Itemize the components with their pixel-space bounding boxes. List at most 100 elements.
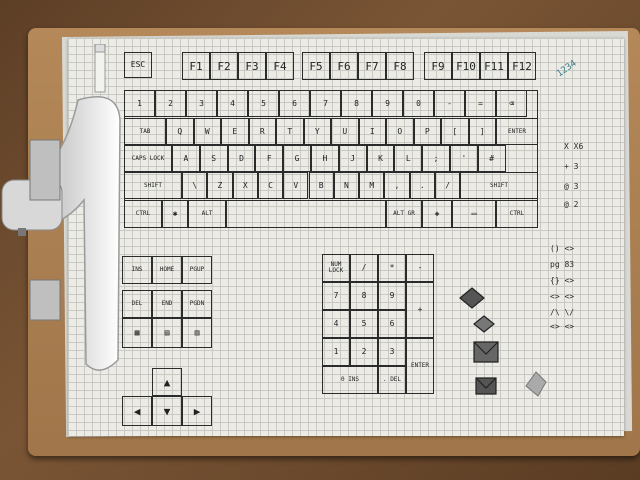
binder-clip — [1, 96, 121, 371]
key-alt-left: ALT — [188, 200, 226, 228]
key-f10: F10 — [452, 52, 480, 80]
key-pause: ▥ — [182, 318, 212, 348]
key-arrow-left: ◀ — [122, 396, 152, 426]
key-1-7: I — [358, 118, 386, 145]
key-f5: F5 — [302, 52, 330, 80]
diamond-sketches — [459, 287, 547, 397]
key-num-plus: + — [406, 282, 434, 338]
key-f1: F1 — [182, 52, 210, 80]
key-scrlk: ▤ — [152, 318, 182, 348]
key-arrow-right: ▶ — [182, 396, 212, 426]
key-0-12: ⌫ — [496, 90, 527, 117]
key-num-2: 2 — [350, 338, 378, 366]
key-arrow-up: ▲ — [152, 368, 182, 396]
key-num-4: 4 — [322, 310, 350, 338]
key-f9: F9 — [424, 52, 452, 80]
key-1-8: O — [386, 118, 414, 145]
key-super: ✱ — [162, 200, 188, 228]
key-f11: F11 — [480, 52, 508, 80]
key-f6: F6 — [330, 52, 358, 80]
key-1-6: U — [331, 118, 359, 145]
key-num-1: 1 — [322, 338, 350, 366]
bracket-legend-1: () <> — [550, 244, 575, 253]
bracket-legend-4: <> <> — [550, 292, 575, 301]
key-num-slash: / — [350, 254, 378, 282]
key-1-9: P — [413, 118, 441, 145]
key-0-9: 0 — [403, 90, 434, 117]
key-num-7: 7 — [322, 282, 350, 310]
key-0-10: - — [434, 90, 465, 117]
key-2-11: # — [477, 145, 506, 172]
key-f7: F7 — [358, 52, 386, 80]
key-f8: F8 — [386, 52, 414, 80]
legend-line-1: X X6 — [564, 142, 584, 151]
key-pgdn: PGDN — [182, 290, 212, 318]
key-3-4: V — [283, 172, 309, 199]
key-f12: F12 — [508, 52, 536, 80]
key-2-5: H — [311, 145, 339, 172]
pencil — [94, 44, 106, 93]
key-3-10: / — [435, 172, 461, 199]
key-2-3: F — [255, 145, 284, 172]
key-0-3: 4 — [217, 90, 248, 117]
bracket-legend-2: pg 83 — [550, 260, 575, 269]
key-enter: ENTER — [496, 118, 538, 145]
key-num-9: 9 — [378, 282, 406, 310]
key-3-7: M — [359, 172, 385, 199]
key-num-8: 8 — [350, 282, 378, 310]
key-f4: F4 — [266, 52, 294, 80]
key-1-11: ] — [468, 118, 496, 145]
key-menu: ▭ — [452, 200, 496, 228]
key-1-2: E — [221, 118, 249, 145]
key-num-6: 6 — [378, 310, 406, 338]
corner-note: 1234 — [555, 58, 579, 80]
key-shift-left: SHIFT — [124, 172, 182, 199]
key-num-0: 0 INS — [322, 366, 378, 394]
key-pgup: PGUP — [182, 256, 212, 284]
key-2-0: A — [172, 145, 200, 172]
key-3-2: X — [232, 172, 258, 199]
key-num-minus: - — [406, 254, 434, 282]
key-end: END — [152, 290, 182, 318]
key-tab: TAB — [124, 118, 166, 145]
key-arrow-down: ▼ — [152, 396, 182, 426]
key-2-9: ; — [422, 145, 450, 172]
bracket-legend-5: /\ \/ — [550, 308, 575, 317]
key-3-6: N — [333, 172, 360, 199]
key-0-4: 5 — [248, 90, 279, 117]
key-0-11: = — [465, 90, 496, 117]
legend-line-4: @ 2 — [564, 200, 579, 209]
key-numlock: NUM LOCK — [322, 254, 350, 282]
key-num-dot: . DEL — [378, 366, 406, 394]
key-0-8: 9 — [372, 90, 403, 117]
key-2-2: D — [227, 145, 256, 172]
key-0-2: 3 — [186, 90, 217, 117]
key-f3: F3 — [238, 52, 266, 80]
key-0-6: 7 — [310, 90, 341, 117]
graph-paper-sheet: ES C F1 F 2 F3 F4 F5 F6 F7 F8 F9 F10 F11 F… — [68, 38, 624, 436]
key-ctrl-right: CTRL — [496, 200, 538, 228]
key-home: HOME — [152, 256, 182, 284]
key-2-10: ' — [450, 145, 478, 172]
key-3-3: C — [257, 172, 284, 199]
key-num-star: * — [378, 254, 406, 282]
photo-scene: ES C F1 F 2 F3 F4 F5 F6 F7 F8 F9 F10 F11 F… — [0, 0, 640, 480]
key-num-5: 5 — [350, 310, 378, 338]
key-3-1: Z — [207, 172, 233, 199]
key-fn: ◈ — [422, 200, 452, 228]
key-2-4: G — [283, 145, 311, 172]
key-num-enter: ENTER — [406, 338, 434, 394]
key-0-1: 2 — [155, 90, 186, 117]
key-1-0: Q — [166, 118, 194, 145]
key-shift-right: SHIFT — [460, 172, 538, 199]
key-caps-lock: CAPS LOCK — [124, 145, 172, 172]
legend-line-3: @ 3 — [564, 182, 579, 191]
key-0-5: 6 — [279, 90, 310, 117]
key-2-1: S — [199, 145, 228, 172]
key-2-7: K — [366, 145, 395, 172]
bracket-legend-3: {} <> — [550, 276, 575, 285]
key-3-0: \ — [182, 172, 208, 199]
key-1-10: [ — [441, 118, 469, 145]
key-num-3: 3 — [378, 338, 406, 366]
key-alt-gr: ALT GR — [386, 200, 422, 228]
